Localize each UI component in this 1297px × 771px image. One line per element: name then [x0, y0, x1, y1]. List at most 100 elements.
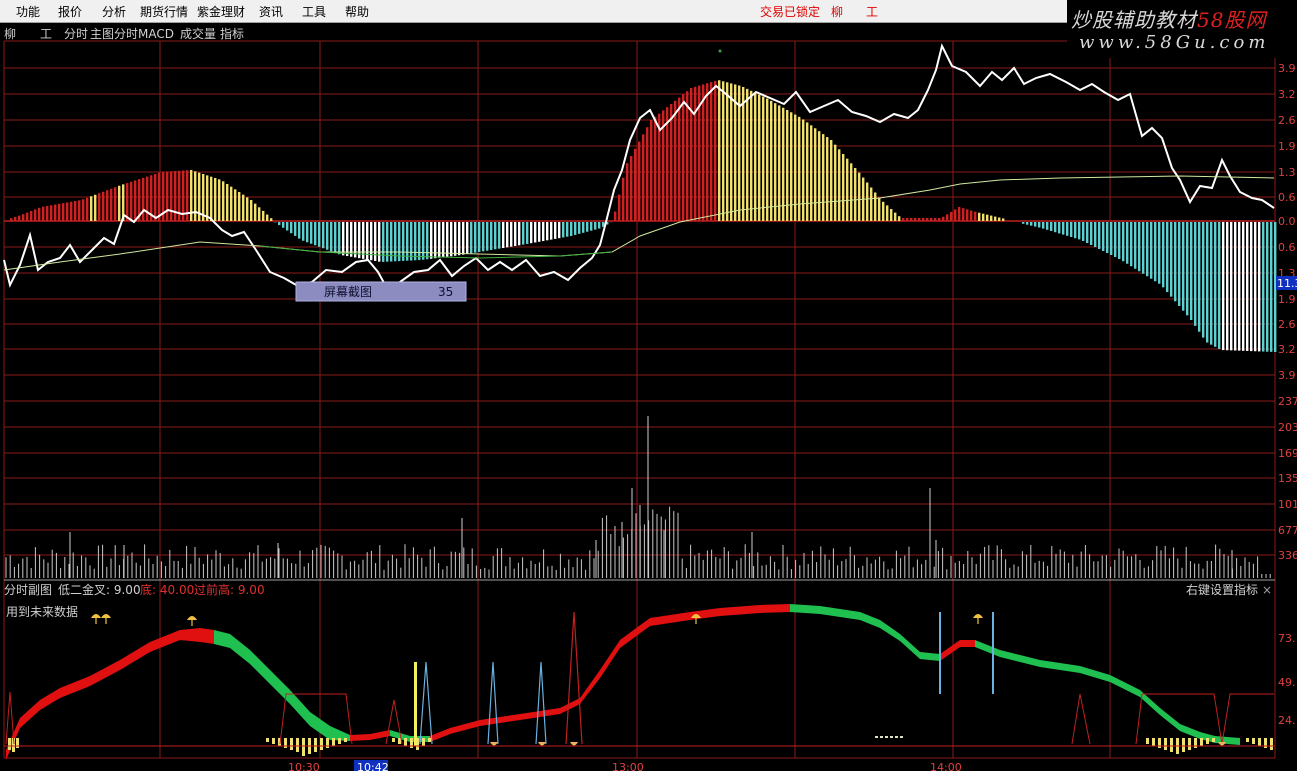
macd-bar	[614, 211, 617, 221]
macd-bar	[966, 209, 969, 221]
macd-bar	[1114, 222, 1117, 257]
signal-bar	[1146, 738, 1149, 744]
macd-bar	[230, 186, 233, 221]
menu-function[interactable]: 功能	[16, 3, 40, 20]
right-click-settings[interactable]: 右键设置指标	[1186, 582, 1258, 597]
macd-bar	[530, 222, 533, 244]
trade-lock-status[interactable]: 交易已锁定	[760, 3, 820, 20]
macd-bar	[322, 222, 325, 249]
macd-bar	[474, 222, 477, 253]
macd-bar	[238, 192, 241, 221]
menu-analysis[interactable]: 分析	[102, 3, 126, 20]
signal-bar	[1200, 738, 1203, 746]
user-name-b: 工	[866, 5, 879, 19]
macd-bar	[498, 222, 501, 249]
macd-bar	[302, 222, 305, 241]
macd-bar	[114, 187, 117, 221]
macd-bar	[758, 94, 761, 221]
macd-bar	[134, 180, 137, 221]
macd-bar	[634, 148, 637, 221]
signal-bar	[428, 738, 431, 742]
menu-quote[interactable]: 报价	[58, 3, 82, 20]
sub-param-1: 低二金叉: 9.00	[58, 582, 141, 597]
close-icon[interactable]: ×	[1262, 583, 1272, 597]
macd-bar	[710, 82, 713, 222]
macd-bar	[562, 222, 565, 238]
macd-bar	[1210, 222, 1213, 345]
ribbon-segment	[350, 730, 390, 741]
watermark-url: www.58Gu.com	[1079, 32, 1270, 53]
menu-tools[interactable]: 工具	[302, 3, 326, 20]
macd-bar	[38, 207, 41, 221]
macd-bar	[1258, 222, 1261, 352]
macd-bar	[490, 222, 493, 250]
signal-bar	[398, 738, 401, 744]
macd-bar	[62, 203, 65, 221]
signal-bar	[392, 738, 395, 742]
macd-bar	[206, 175, 209, 221]
macd-bar	[970, 210, 973, 221]
signal-bar	[266, 738, 269, 742]
signal-bar	[1152, 738, 1155, 746]
signal-bar	[1164, 738, 1167, 750]
volume-bars	[5, 416, 1271, 578]
macd-bar	[1042, 222, 1045, 229]
macd-bar	[94, 194, 97, 221]
macd-bar	[1250, 222, 1253, 352]
macd-bar	[10, 218, 13, 221]
sub-panel-title: 分时副图	[4, 583, 52, 597]
macd-bar	[382, 222, 385, 262]
macd-bar	[314, 222, 317, 246]
macd-bar	[290, 222, 293, 234]
signal-bar	[1206, 738, 1209, 744]
macd-bar	[126, 183, 129, 221]
menu-finance[interactable]: 紫金理财	[197, 3, 245, 20]
time-axis-label: 13:00	[612, 761, 644, 771]
macd-bar	[894, 212, 897, 221]
macd-bar	[54, 204, 57, 221]
macd-bar	[402, 222, 405, 261]
macd-bar	[358, 222, 361, 259]
signal-bar	[1170, 738, 1173, 752]
macd-bar	[1094, 222, 1097, 247]
macd-bar	[550, 222, 553, 240]
volume-axis-label: 336	[1278, 549, 1297, 562]
macd-bar	[942, 216, 945, 221]
macd-bar	[722, 81, 725, 221]
volume-axis-label: 677	[1278, 524, 1297, 537]
macd-bar	[1158, 222, 1161, 284]
bowl-icon	[1218, 742, 1226, 746]
macd-bar	[106, 190, 109, 221]
macd-bar	[226, 184, 229, 221]
macd-bar	[1130, 222, 1133, 267]
price-axis-label: 3.9	[1278, 62, 1296, 75]
menu-futures[interactable]: 期货行情	[140, 3, 188, 20]
macd-bar	[18, 215, 21, 221]
signal-bar	[1212, 738, 1215, 742]
macd-bar	[974, 211, 977, 221]
macd-bar	[1238, 222, 1241, 351]
macd-bar	[338, 222, 341, 255]
ribbon-segment	[940, 640, 975, 661]
chart-canvas[interactable]: 3.93.22.61.91.30.60.00.61.31.92.63.23.91…	[0, 40, 1297, 771]
bowl-icon	[570, 742, 578, 746]
menu-help[interactable]: 帮助	[345, 3, 369, 20]
macd-bar	[438, 222, 441, 258]
macd-bar	[770, 100, 773, 221]
macd-bar	[294, 222, 297, 236]
ribbon-segment	[790, 604, 940, 661]
signal-dot	[895, 736, 898, 738]
macd-bar	[506, 222, 509, 248]
macd-bar	[426, 222, 429, 260]
macd-bar	[398, 222, 401, 262]
macd-bar	[938, 218, 941, 221]
price-axis-label: 0.0	[1278, 215, 1296, 228]
macd-bar	[1038, 222, 1041, 228]
macd-bar	[546, 222, 549, 241]
macd-bar	[746, 88, 749, 221]
macd-bar	[1002, 218, 1005, 221]
macd-bar	[1262, 222, 1265, 352]
macd-bar	[1086, 222, 1089, 243]
menu-news[interactable]: 资讯	[259, 3, 283, 20]
macd-bar	[1182, 222, 1185, 311]
